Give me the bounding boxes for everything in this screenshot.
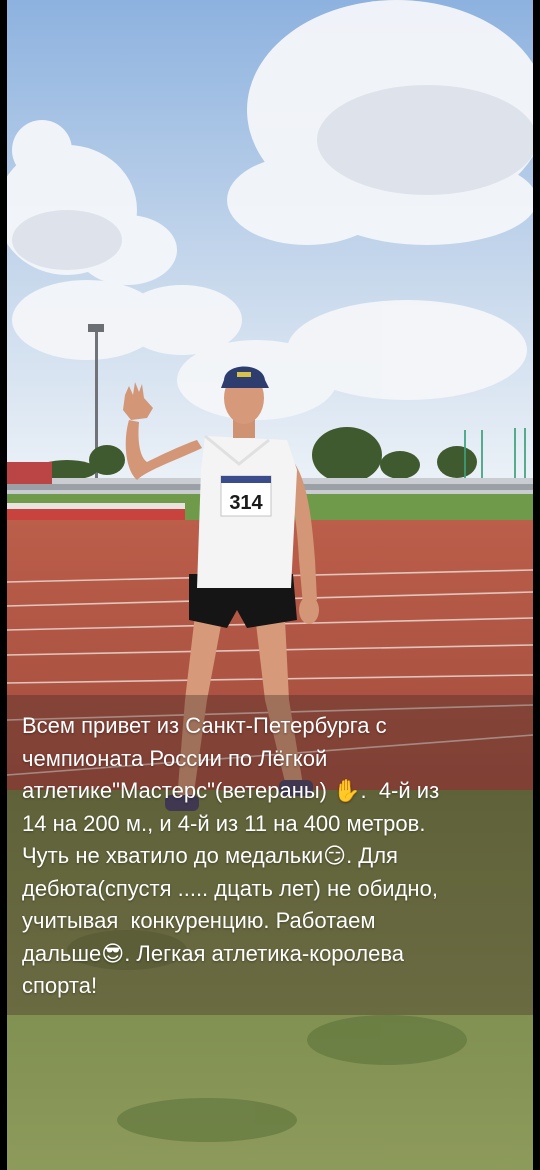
- story-viewer[interactable]: 314 Всем привет из Санкт-Петербурга с че…: [7, 0, 533, 1170]
- left-border: [0, 0, 7, 1170]
- bib-number: 314: [229, 492, 263, 514]
- right-border: [533, 0, 540, 1170]
- story-caption: Всем привет из Санкт-Петербурга с чемпио…: [22, 713, 440, 998]
